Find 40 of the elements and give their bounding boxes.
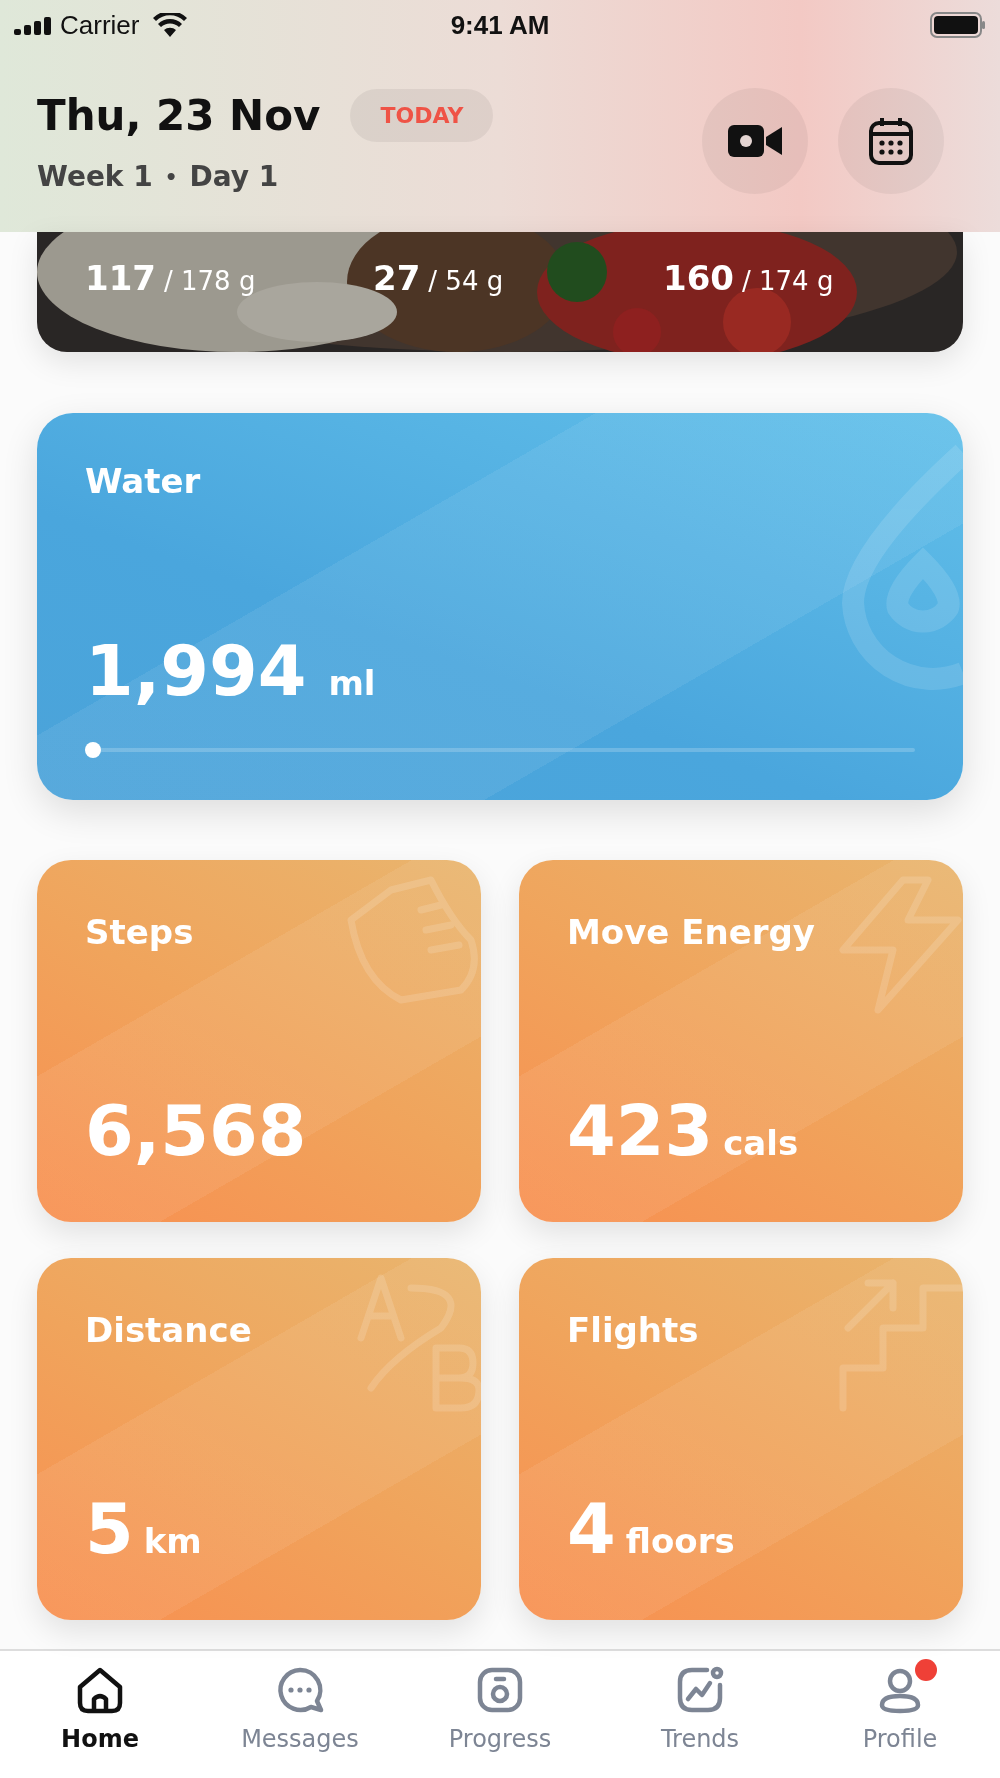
- tab-item[interactable]: Home: [0, 1651, 200, 1778]
- tab-item[interactable]: Trends: [600, 1651, 800, 1778]
- today-badge: TODAY: [350, 89, 494, 142]
- scale-icon: [475, 1665, 525, 1715]
- stat-unit: floors: [625, 1521, 735, 1561]
- day-label: Day 1: [189, 160, 279, 193]
- battery-icon: [930, 12, 986, 38]
- macro-target: / 54 g: [428, 266, 504, 296]
- week-label: Week 1: [37, 160, 153, 193]
- water-value: 1,994: [85, 630, 307, 712]
- chat-bubble-icon: [275, 1665, 325, 1715]
- stat-value: 6,568: [85, 1090, 307, 1172]
- tab-item[interactable]: Progress: [400, 1651, 600, 1778]
- macro-target: / 174 g: [742, 266, 834, 296]
- stat-value: 5: [85, 1488, 134, 1570]
- stat-unit: cals: [723, 1123, 799, 1163]
- tab-item[interactable]: Messages: [200, 1651, 400, 1778]
- stat-title: Flights: [567, 1310, 700, 1350]
- stat-value: 423: [567, 1090, 714, 1172]
- water-title: Water: [85, 461, 202, 501]
- water-unit: ml: [328, 663, 376, 703]
- stat-title: Steps: [85, 912, 195, 952]
- stat-unit: km: [143, 1521, 202, 1561]
- signal-icon: [14, 15, 52, 35]
- macro-value: 160: [663, 258, 734, 298]
- status-time: 9:41 AM: [450, 9, 550, 41]
- home-icon: [75, 1665, 125, 1715]
- calendar-icon: [868, 116, 914, 166]
- date-title: Thu, 23 Nov: [37, 91, 321, 140]
- trend-chart-icon: [675, 1665, 725, 1715]
- stat-title: Move Energy: [567, 912, 816, 952]
- tab-item[interactable]: Profile: [800, 1651, 1000, 1778]
- stat-title: Distance: [85, 1310, 253, 1350]
- stat-value: 4: [567, 1488, 616, 1570]
- macro-target: / 178 g: [164, 266, 256, 296]
- wifi-icon: [153, 13, 188, 37]
- macro-value: 117: [85, 258, 156, 298]
- separator-dot: •: [164, 164, 178, 189]
- macro-value: 27: [373, 258, 421, 298]
- carrier-name: Carrier: [60, 9, 140, 41]
